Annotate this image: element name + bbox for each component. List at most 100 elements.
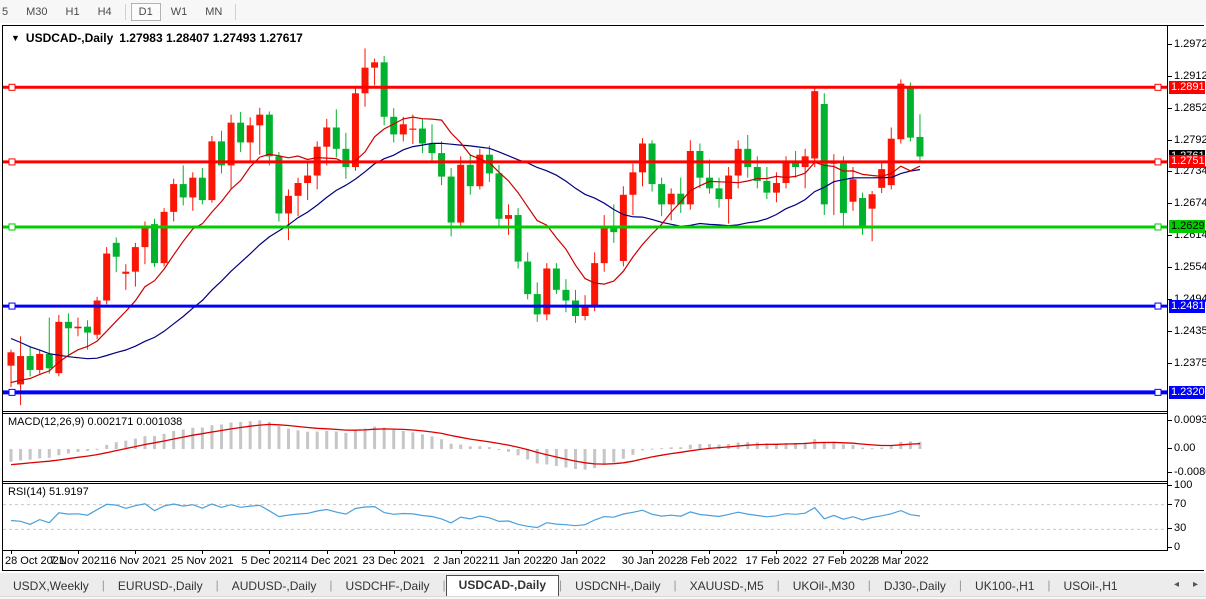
tick-label: 1.26740 bbox=[1174, 197, 1206, 209]
time-axis-label: 7 Nov 2021 bbox=[50, 555, 106, 567]
chart-tab-ukoil-m30[interactable]: UKOil-,M30 bbox=[780, 576, 868, 597]
price-axis-tick: 1.26740 bbox=[1168, 197, 1206, 209]
chart-tab-xauusd-m5[interactable]: XAUUSD-,M5 bbox=[677, 576, 777, 597]
chart-tab-eurusd-daily[interactable]: EURUSD-,Daily bbox=[105, 576, 216, 597]
chart-tabs: USDX,Weekly|EURUSD-,Daily|AUDUSD-,Daily|… bbox=[0, 575, 1131, 597]
rsi-label: RSI(14) 51.9197 bbox=[8, 486, 89, 498]
time-axis-label: 14 Dec 2021 bbox=[296, 555, 358, 567]
ma-fast-line bbox=[11, 117, 920, 382]
mt4-window: 5M30H1H4 D1W1MN ▼ USDCAD-,Daily 1.27983 1… bbox=[0, 0, 1206, 599]
line-price-badge-1.24816: 1.24816 bbox=[1169, 300, 1205, 313]
chart-ohlc-values: 1.27983 1.28407 1.27493 1.27617 bbox=[119, 31, 303, 45]
time-axis-label: 25 Nov 2021 bbox=[171, 555, 233, 567]
time-axis-tick bbox=[202, 551, 203, 554]
chart-tab-uk100-h1[interactable]: UK100-,H1 bbox=[962, 576, 1047, 597]
chart-tab-usdcad-daily[interactable]: USDCAD-,Daily bbox=[446, 575, 559, 597]
tick-mark bbox=[1168, 203, 1172, 204]
tick-mark bbox=[1168, 140, 1172, 141]
rsi-line bbox=[11, 504, 920, 528]
line-anchor-marker bbox=[1155, 389, 1161, 395]
price-axis-tick: 1.28525 bbox=[1168, 102, 1206, 114]
macd-label: MACD(12,26,9) 0.002171 0.001038 bbox=[8, 416, 182, 428]
time-axis-tick bbox=[269, 551, 270, 554]
timeframe-button-5[interactable]: 5 bbox=[0, 3, 16, 21]
price-axis-tick: 1.23755 bbox=[1168, 357, 1206, 369]
macd-axis-tick: 0.00 bbox=[1168, 442, 1206, 454]
tick-mark bbox=[1168, 485, 1172, 486]
chart-tab-usdchf-daily[interactable]: USDCHF-,Daily bbox=[333, 576, 443, 597]
tick-label: -0.00801 bbox=[1174, 466, 1206, 478]
tab-scroll-left-icon[interactable]: ◂ bbox=[1174, 579, 1179, 590]
toolbar-separator bbox=[235, 4, 236, 20]
chart-tabs-bar: USDX,Weekly|EURUSD-,Daily|AUDUSD-,Daily|… bbox=[0, 572, 1206, 599]
time-axis-label: 30 Jan 2022 bbox=[622, 555, 683, 567]
tick-label: 1.29725 bbox=[1174, 38, 1206, 50]
rsi-chart[interactable] bbox=[3, 484, 1167, 550]
timeframe-button-h4[interactable]: H4 bbox=[90, 3, 120, 21]
macd-axis-tick: 0.009303 bbox=[1168, 414, 1206, 426]
time-axis-tick bbox=[776, 551, 777, 554]
time-axis-label: 5 Dec 2021 bbox=[241, 555, 297, 567]
chart-tab-audusd-daily[interactable]: AUDUSD-,Daily bbox=[219, 576, 330, 597]
chart-symbol-label: USDCAD-,Daily bbox=[26, 31, 113, 45]
line-anchor-marker bbox=[9, 84, 15, 90]
tick-label: 1.23755 bbox=[1174, 357, 1206, 369]
tick-mark bbox=[1168, 547, 1172, 548]
rsi-panel[interactable]: RSI(14) 51.9197 bbox=[3, 483, 1167, 551]
chart-tab-dj30-daily[interactable]: DJ30-,Daily bbox=[871, 576, 959, 597]
timeframe-button-h1[interactable]: H1 bbox=[58, 3, 88, 21]
rsi-axis-tick: 100 bbox=[1168, 479, 1206, 491]
line-price-badge-1.23200: 1.23200 bbox=[1169, 386, 1205, 399]
line-anchor-marker bbox=[9, 224, 15, 230]
time-axis-tick bbox=[135, 551, 136, 554]
chart-title: ▼ USDCAD-,Daily 1.27983 1.28407 1.27493 … bbox=[11, 31, 303, 45]
time-axis-tick bbox=[78, 551, 79, 554]
time-axis-tick bbox=[518, 551, 519, 554]
tick-label: 100 bbox=[1174, 479, 1192, 491]
time-axis-label: 8 Mar 2022 bbox=[873, 555, 929, 567]
tick-mark bbox=[1168, 267, 1172, 268]
price-axis[interactable]: 1.297251.291251.285251.279251.273401.267… bbox=[1167, 26, 1205, 551]
time-axis-tick bbox=[843, 551, 844, 554]
line-anchor-marker bbox=[1155, 303, 1161, 309]
tick-label: 1.24355 bbox=[1174, 325, 1206, 337]
line-price-badge-1.26297: 1.26297 bbox=[1169, 220, 1205, 233]
chart-tab-usdx-weekly[interactable]: USDX,Weekly bbox=[0, 576, 102, 597]
tab-scroll-right-icon[interactable]: ▸ bbox=[1193, 579, 1198, 590]
timeframe-toolbar: 5M30H1H4 D1W1MN bbox=[0, 0, 1206, 23]
chart-tab-usoil-h1[interactable]: USOil-,H1 bbox=[1051, 576, 1131, 597]
candlestick-chart[interactable] bbox=[3, 26, 1167, 410]
toolbar-separator bbox=[125, 4, 126, 20]
price-axis-tick: 1.25540 bbox=[1168, 261, 1206, 273]
time-axis-tick bbox=[709, 551, 710, 554]
timeframe-button-d1[interactable]: D1 bbox=[131, 3, 161, 21]
line-anchor-marker bbox=[9, 303, 15, 309]
macd-values: 0.002171 0.001038 bbox=[87, 416, 182, 428]
tick-label: 1.25540 bbox=[1174, 261, 1206, 273]
time-axis-tick bbox=[394, 551, 395, 554]
timeframe-button-m30[interactable]: M30 bbox=[18, 3, 55, 21]
chart-window: ▼ USDCAD-,Daily 1.27983 1.28407 1.27493 … bbox=[2, 25, 1204, 571]
tick-mark bbox=[1168, 363, 1172, 364]
time-axis-tick bbox=[461, 551, 462, 554]
rsi-value: 51.9197 bbox=[49, 486, 89, 498]
tick-label: 0.00 bbox=[1174, 442, 1195, 454]
timeframe-button-mn[interactable]: MN bbox=[197, 3, 230, 21]
time-axis-label: 16 Nov 2021 bbox=[104, 555, 166, 567]
tick-mark bbox=[1168, 44, 1172, 45]
tick-mark bbox=[1168, 171, 1172, 172]
tick-mark bbox=[1168, 76, 1172, 77]
time-axis-label: 20 Jan 2022 bbox=[545, 555, 606, 567]
price-axis-tick: 1.24355 bbox=[1168, 325, 1206, 337]
macd-panel[interactable]: MACD(12,26,9) 0.002171 0.001038 bbox=[3, 413, 1167, 482]
tick-label: 0.009303 bbox=[1174, 414, 1206, 426]
price-chart-panel[interactable]: ▼ USDCAD-,Daily 1.27983 1.28407 1.27493 … bbox=[3, 26, 1167, 412]
symbol-dropdown-icon[interactable]: ▼ bbox=[11, 33, 20, 43]
tick-mark bbox=[1168, 528, 1172, 529]
time-axis-label: 8 Feb 2022 bbox=[682, 555, 738, 567]
price-axis-tick: 1.29725 bbox=[1168, 38, 1206, 50]
timeframe-button-w1[interactable]: W1 bbox=[163, 3, 196, 21]
time-axis[interactable]: 28 Oct 20217 Nov 202116 Nov 202125 Nov 2… bbox=[3, 551, 1205, 570]
chart-tab-usdcnh-daily[interactable]: USDCNH-,Daily bbox=[562, 576, 673, 597]
tick-mark bbox=[1168, 235, 1172, 236]
